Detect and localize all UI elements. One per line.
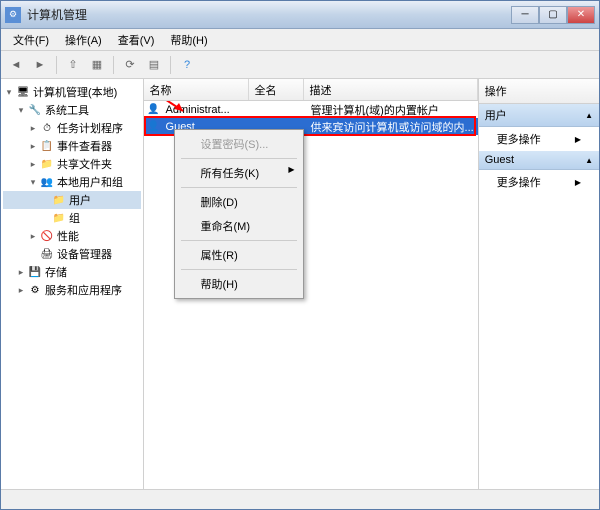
app-icon: ⚙ xyxy=(5,7,21,23)
tree-users[interactable]: 📁用户 xyxy=(3,191,141,209)
actions-group-users[interactable]: 用户▲ xyxy=(479,104,599,127)
perf-icon: 🚫 xyxy=(39,229,55,243)
tree-groups[interactable]: 📁组 xyxy=(3,209,141,227)
tree-shared-folders[interactable]: ▸📁共享文件夹 xyxy=(3,155,141,173)
maximize-button[interactable]: ▢ xyxy=(539,6,567,24)
ctx-separator xyxy=(181,158,297,159)
ctx-set-password[interactable]: 设置密码(S)... xyxy=(177,132,301,156)
storage-icon: 💾 xyxy=(27,265,43,279)
window-root: ⚙ 计算机管理 ─ ▢ ✕ 文件(F) 操作(A) 查看(V) 帮助(H) ◄ … xyxy=(0,0,600,510)
window-buttons: ─ ▢ ✕ xyxy=(511,6,595,24)
export-button[interactable]: ▤ xyxy=(143,54,165,76)
ctx-separator xyxy=(181,187,297,188)
col-name[interactable]: 名称 xyxy=(144,79,249,100)
ctx-separator xyxy=(181,269,297,270)
show-hide-button[interactable]: ▦ xyxy=(86,54,108,76)
toolbar-separator xyxy=(56,56,57,74)
col-fullname[interactable]: 全名 xyxy=(249,79,304,100)
actions-pane: 操作 用户▲ 更多操作▶ Guest▲ 更多操作▶ xyxy=(479,79,599,489)
menu-view[interactable]: 查看(V) xyxy=(110,30,163,50)
folder-icon: 📁 xyxy=(39,157,55,171)
device-icon: 🖨 xyxy=(39,247,55,261)
menu-file[interactable]: 文件(F) xyxy=(5,30,57,50)
collapse-icon: ▲ xyxy=(585,111,593,120)
col-desc[interactable]: 描述 xyxy=(304,79,478,100)
list-body[interactable]: 👤 Administrat... 管理计算机(域)的内置帐户 👤 Guest 供… xyxy=(144,101,478,489)
refresh-button[interactable]: ⟳ xyxy=(119,54,141,76)
services-icon: ⚙ xyxy=(27,283,43,297)
tree-event-viewer[interactable]: ▸📋事件查看器 xyxy=(3,137,141,155)
chevron-right-icon: ▶ xyxy=(575,178,581,187)
annotation-arrow xyxy=(144,101,198,123)
actions-more-1[interactable]: 更多操作▶ xyxy=(479,127,599,151)
wrench-icon: 🔧 xyxy=(27,103,43,117)
chevron-right-icon: ▶ xyxy=(575,135,581,144)
tree-local-users[interactable]: ▾👥本地用户和组 xyxy=(3,173,141,191)
event-icon: 📋 xyxy=(39,139,55,153)
minimize-button[interactable]: ─ xyxy=(511,6,539,24)
ctx-properties[interactable]: 属性(R) xyxy=(177,243,301,267)
folder-icon: 📁 xyxy=(51,193,67,207)
back-button[interactable]: ◄ xyxy=(5,54,27,76)
clock-icon: ⏱ xyxy=(39,121,55,135)
tree-task-scheduler[interactable]: ▸⏱任务计划程序 xyxy=(3,119,141,137)
submenu-arrow-icon: ▶ xyxy=(288,165,294,174)
tree-pane[interactable]: ▾🖥计算机管理(本地) ▾🔧系统工具 ▸⏱任务计划程序 ▸📋事件查看器 ▸📁共享… xyxy=(1,79,144,489)
tree-performance[interactable]: ▸🚫性能 xyxy=(3,227,141,245)
actions-group-guest[interactable]: Guest▲ xyxy=(479,151,599,170)
up-button[interactable]: ⇧ xyxy=(62,54,84,76)
body-panes: ▾🖥计算机管理(本地) ▾🔧系统工具 ▸⏱任务计划程序 ▸📋事件查看器 ▸📁共享… xyxy=(1,79,599,489)
ctx-rename[interactable]: 重命名(M) xyxy=(177,214,301,238)
statusbar xyxy=(1,489,599,509)
close-button[interactable]: ✕ xyxy=(567,6,595,24)
ctx-all-tasks[interactable]: 所有任务(K)▶ xyxy=(177,161,301,185)
list-pane: 名称 全名 描述 👤 Administrat... 管理计算机(域)的内置帐户 … xyxy=(144,79,479,489)
actions-header: 操作 xyxy=(479,79,599,104)
tree-system-tools[interactable]: ▾🔧系统工具 xyxy=(3,101,141,119)
tree-device-manager[interactable]: 🖨设备管理器 xyxy=(3,245,141,263)
users-icon: 👥 xyxy=(39,175,55,189)
actions-more-2[interactable]: 更多操作▶ xyxy=(479,170,599,194)
help-button[interactable]: ? xyxy=(176,54,198,76)
tree-storage[interactable]: ▸💾存储 xyxy=(3,263,141,281)
toolbar-separator xyxy=(113,56,114,74)
collapse-icon: ▲ xyxy=(585,156,593,165)
menubar: 文件(F) 操作(A) 查看(V) 帮助(H) xyxy=(1,29,599,51)
window-title: 计算机管理 xyxy=(27,6,511,23)
toolbar: ◄ ► ⇧ ▦ ⟳ ▤ ? xyxy=(1,51,599,79)
toolbar-separator xyxy=(170,56,171,74)
menu-action[interactable]: 操作(A) xyxy=(57,30,110,50)
tree-root[interactable]: ▾🖥计算机管理(本地) xyxy=(3,83,141,101)
tree-services[interactable]: ▸⚙服务和应用程序 xyxy=(3,281,141,299)
folder-icon: 📁 xyxy=(51,211,67,225)
list-header: 名称 全名 描述 xyxy=(144,79,478,101)
titlebar: ⚙ 计算机管理 ─ ▢ ✕ xyxy=(1,1,599,29)
ctx-separator xyxy=(181,240,297,241)
context-menu: 设置密码(S)... 所有任务(K)▶ 删除(D) 重命名(M) 属性(R) 帮… xyxy=(174,129,304,299)
ctx-help[interactable]: 帮助(H) xyxy=(177,272,301,296)
ctx-delete[interactable]: 删除(D) xyxy=(177,190,301,214)
menu-help[interactable]: 帮助(H) xyxy=(162,30,215,50)
forward-button[interactable]: ► xyxy=(29,54,51,76)
computer-icon: 🖥 xyxy=(15,85,31,99)
